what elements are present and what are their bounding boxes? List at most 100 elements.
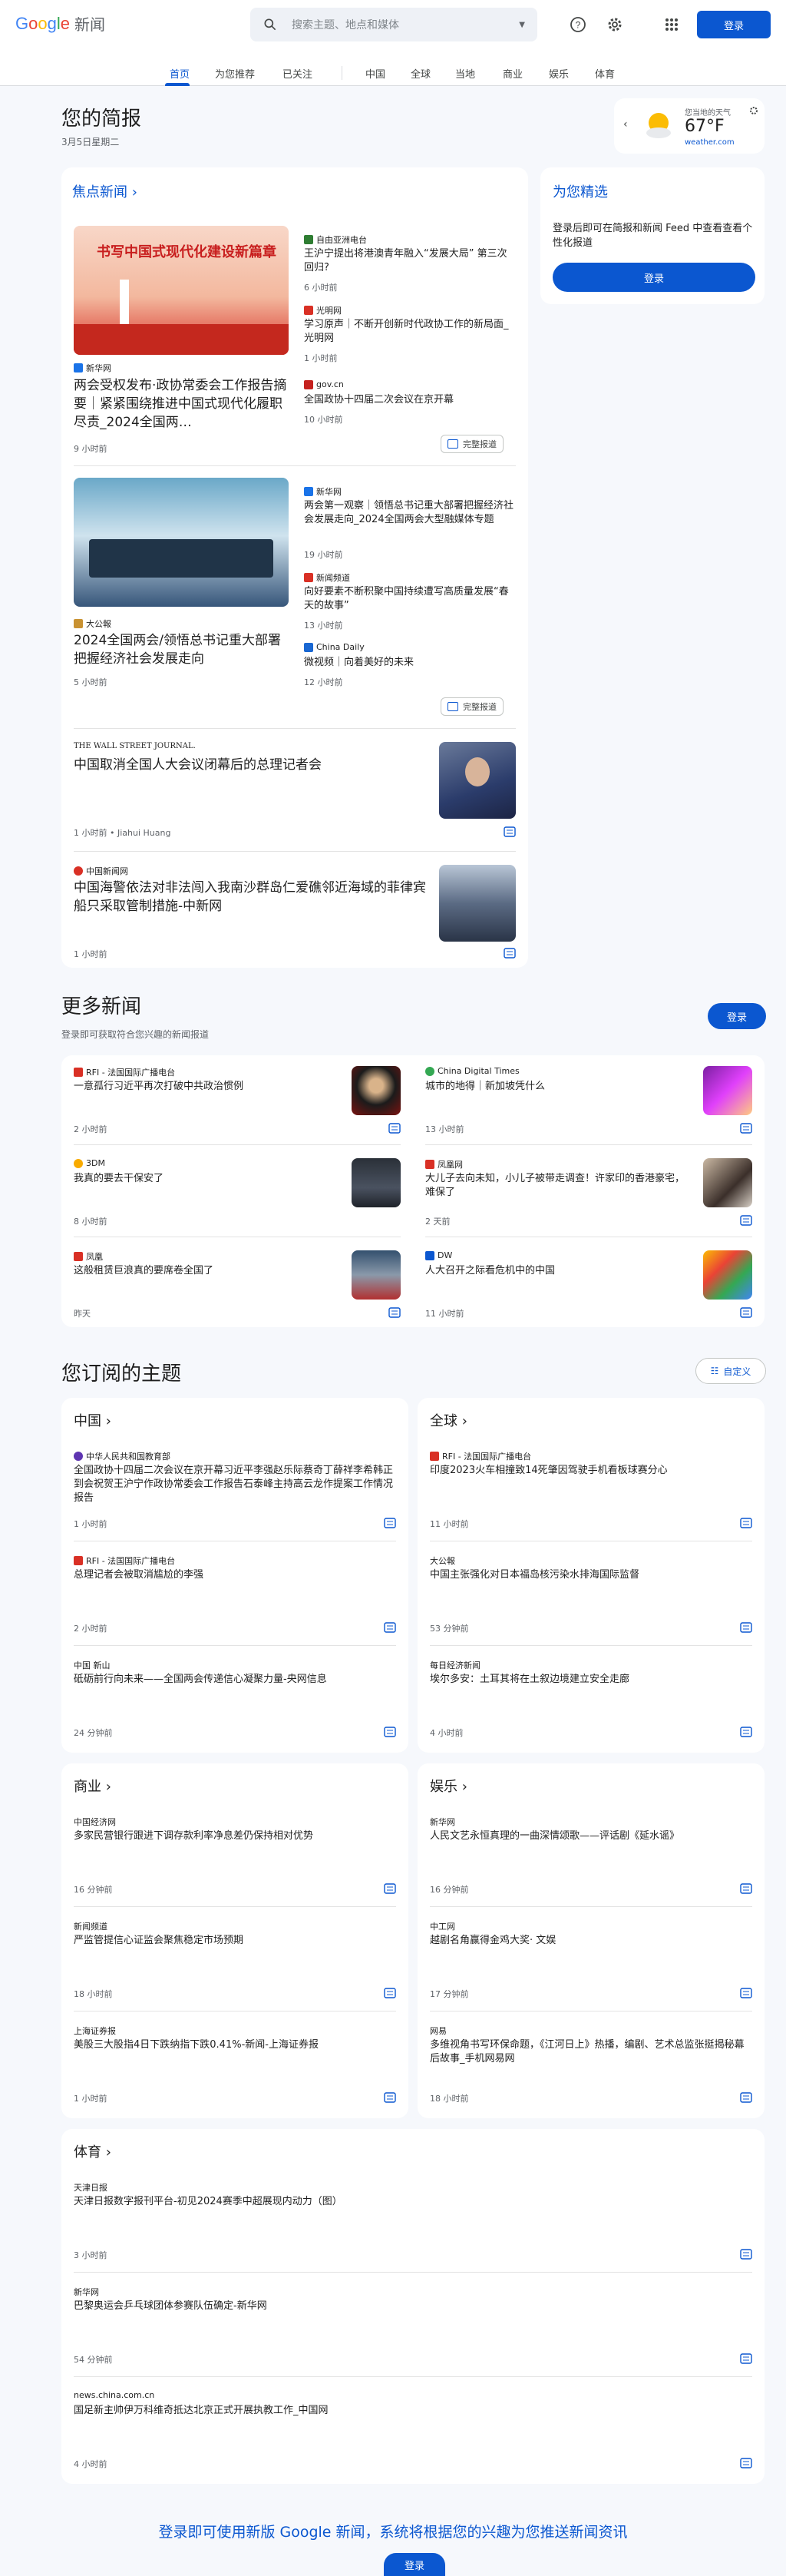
footer-login-button[interactable]: 登录 [384, 2553, 445, 2576]
full-coverage-icon[interactable] [740, 1123, 752, 1134]
article-title[interactable]: 巴黎奥运会乒乓球团体参赛队伍确定-新华网 [74, 2300, 734, 2313]
headline-main-title[interactable]: 2024全国两会/领悟总书记重大部署把握经济社会发展走向 [74, 631, 289, 668]
article-title[interactable]: 微视频｜向着美好的未来 [304, 656, 516, 670]
full-coverage-icon[interactable] [384, 1988, 396, 1998]
weather-settings-icon[interactable] [749, 106, 758, 115]
article-title[interactable]: 这般租赁巨浪真的要席卷全国了 [74, 1264, 350, 1278]
help-icon[interactable]: ? [569, 15, 587, 34]
full-coverage-icon[interactable] [740, 2092, 752, 2103]
full-coverage-icon[interactable] [740, 1307, 752, 1318]
article-title[interactable]: 多家民营银行跟进下调存款利率净息差仍保持相对优势 [74, 1829, 396, 1843]
headline-main-title[interactable]: 两会受权发布·政协常委会工作报告摘要｜紧紧围绕推进中国式现代化履职尽责_2024… [74, 376, 289, 432]
topic-title-link[interactable]: 中国 › [74, 1410, 111, 1430]
article-thumbnail[interactable] [703, 1066, 752, 1115]
headline-main-image[interactable] [74, 478, 289, 607]
article-title[interactable]: 一意孤行习近平再次打破中共政治惯例 [74, 1080, 350, 1094]
full-coverage-icon[interactable] [740, 1988, 752, 1998]
article-title[interactable]: 越剧名角赢得金鸡大奖· 文娱 [430, 1934, 752, 1948]
full-coverage-icon[interactable] [740, 2353, 752, 2364]
search-box[interactable]: 搜索主题、地点和媒体 ▼ [250, 8, 537, 41]
article-title[interactable]: 王沪宁提出将港澳青年融入“发展大局” 第三次回归? [304, 247, 516, 275]
more-news-login-button[interactable]: 登录 [708, 1003, 766, 1029]
tab-local[interactable]: 当地 [455, 66, 475, 81]
google-news-logo[interactable]: Google 新闻 [15, 12, 105, 35]
article-title[interactable]: 全国政协十四届二次会议在京开幕 [304, 393, 516, 407]
article-title[interactable]: 多维视角书写环保命题，《江河日上》热播，编剧、艺术总监张挺揭秘幕后故事_手机网易… [430, 2038, 752, 2066]
article-title[interactable]: 学习原声｜不断开创新时代政协工作的新局面_光明网 [304, 318, 516, 346]
weather-widget[interactable]: ‹ 您当地的天气 67°F weather.com [614, 98, 765, 154]
weather-source-link[interactable]: weather.com [685, 138, 735, 147]
article-thumbnail[interactable] [703, 1250, 752, 1300]
article-title[interactable]: 大儿子去向未知，小儿子被带走调查！许家印的香港豪宅，难保了 [425, 1172, 694, 1200]
article-title[interactable]: 总理记者会被取消尴尬的李强 [74, 1568, 396, 1582]
tab-entertainment[interactable]: 娱乐 [549, 66, 569, 81]
tab-home[interactable]: 首页 [170, 66, 190, 81]
article-thumbnail[interactable] [352, 1158, 401, 1207]
topic-title-link[interactable]: 体育 › [74, 2141, 111, 2161]
article-thumbnail[interactable] [439, 865, 516, 942]
headlines-title-link[interactable]: 焦点新闻 › [72, 181, 137, 201]
tab-following[interactable]: 已关注 [282, 66, 312, 81]
article-title[interactable]: 向好要素不断积聚中国持续遭写高质量发展“春天的故事” [304, 585, 516, 613]
full-coverage-icon[interactable] [388, 1307, 401, 1318]
tab-world[interactable]: 全球 [411, 66, 431, 81]
article-title[interactable]: 印度2023火车相撞致14死肇因驾驶手机看板球赛分心 [430, 1464, 752, 1478]
full-coverage-icon[interactable] [384, 1883, 396, 1894]
tab-china[interactable]: 中国 [365, 66, 385, 81]
headline-main-image[interactable]: 书写中国式现代化建设新篇章 [74, 226, 289, 355]
full-coverage-icon[interactable] [740, 2458, 752, 2468]
full-coverage-icon[interactable] [740, 1883, 752, 1894]
article-title[interactable]: 美股三大股指4日下跌纳指下跌0.41%-新闻-上海证券报 [74, 2038, 396, 2052]
article-title[interactable]: 中国主张强化对日本福岛核污染水排海国际监督 [430, 1568, 752, 1582]
tab-sports[interactable]: 体育 [595, 66, 615, 81]
full-coverage-icon[interactable] [740, 1622, 752, 1633]
picks-login-button[interactable]: 登录 [553, 263, 755, 292]
article-time: 13 小时前 [304, 621, 343, 631]
full-coverage-icon[interactable] [740, 1518, 752, 1528]
search-input[interactable]: 搜索主题、地点和媒体 [292, 17, 519, 32]
login-button[interactable]: 登录 [697, 11, 771, 38]
full-coverage-icon[interactable] [504, 826, 516, 837]
full-coverage-icon[interactable] [384, 1622, 396, 1633]
article-title[interactable]: 严监管提信心证监会聚焦稳定市场预期 [74, 1934, 396, 1948]
full-coverage-icon[interactable] [384, 2092, 396, 2103]
topic-title-link[interactable]: 商业 › [74, 1776, 111, 1796]
article-thumbnail[interactable] [352, 1250, 401, 1300]
section-nav: 首页 为您推荐 已关注 中国 全球 当地 商业 娱乐 体育 [0, 49, 786, 86]
full-coverage-icon[interactable] [384, 1727, 396, 1737]
settings-gear-icon[interactable] [606, 15, 624, 34]
article-title[interactable]: 中国取消全国人大会议闭幕后的总理记者会 [74, 756, 427, 774]
article-title[interactable]: 天津日报数字报刊平台-初见2024赛季中超展现内动力（图） [74, 2195, 734, 2209]
apps-grid-icon[interactable] [662, 15, 681, 34]
article-title[interactable]: 城市的地得｜新加坡凭什么 [425, 1080, 686, 1094]
article-thumbnail[interactable] [703, 1158, 752, 1207]
topic-card-world: 全球 › RFI - 法国国际广播电台 印度2023火车相撞致14死肇因驾驶手机… [418, 1398, 765, 1753]
tab-for-you[interactable]: 为您推荐 [215, 66, 255, 81]
full-coverage-button[interactable]: 完整报道 [441, 435, 504, 453]
article-title[interactable]: 我真的要去干保安了 [74, 1172, 350, 1186]
topic-title-link[interactable]: 娱乐 › [430, 1776, 467, 1796]
article-thumbnail[interactable] [439, 742, 516, 819]
weather-prev-chevron-icon[interactable]: ‹ [623, 118, 628, 131]
article-title[interactable]: 砥砺前行向未来——全国两会传递信心凝聚力量-央网信息 [74, 1673, 335, 1687]
full-coverage-icon[interactable] [384, 1518, 396, 1528]
article-title[interactable]: 两会第一观察｜领悟总书记重大部署把握经济社会发展走向_2024全国两会大型融媒体… [304, 499, 516, 527]
article-title[interactable]: 全国政协十四届二次会议在京开幕习近平李强赵乐际蔡奇丁薛祥李希韩正到会祝贺王沪宁作… [74, 1464, 396, 1505]
article-title[interactable]: 中国海警依法对非法闯入我南沙群岛仁爱礁邻近海域的菲律宾船只采取管制措施-中新网 [74, 879, 427, 916]
full-coverage-icon[interactable] [504, 948, 516, 959]
full-coverage-icon[interactable] [388, 1123, 401, 1134]
full-coverage-icon[interactable] [740, 2249, 752, 2260]
full-coverage-button[interactable]: 完整报道 [441, 697, 504, 716]
full-coverage-icon[interactable] [740, 1215, 752, 1226]
article-title[interactable]: 国足新主帅伊万科维奇抵达北京正式开展执教工作_中国网 [74, 2404, 734, 2418]
full-coverage-icon[interactable] [740, 1727, 752, 1737]
search-options-chevron-icon[interactable]: ▼ [519, 21, 525, 29]
article-title[interactable]: 埃尔多安：土耳其将在土叙边境建立安全走廊 [430, 1673, 752, 1687]
article-thumbnail[interactable] [352, 1066, 401, 1115]
topic-title-link[interactable]: 全球 › [430, 1410, 467, 1430]
article-title[interactable]: 人大召开之际看危机中的中国 [425, 1264, 686, 1278]
article-title[interactable]: 人民文艺永恒真理的一曲深情颂歌——评话剧《延水谣》 [430, 1829, 752, 1843]
footer-signin-prompt: 登录即可使用新版 Google 新闻，系统将根据您的兴趣为您推送新闻资讯 [158, 2524, 628, 2541]
customize-button[interactable]: ☷ 自定义 [695, 1358, 766, 1384]
tab-business[interactable]: 商业 [503, 66, 523, 81]
